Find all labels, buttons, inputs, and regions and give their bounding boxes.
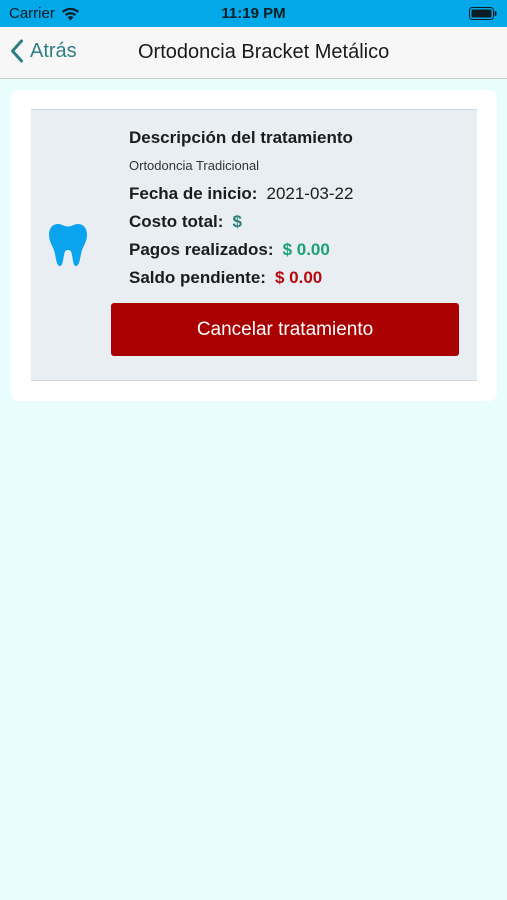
payments-row: Pagos realizados: $ 0.00: [129, 240, 330, 260]
status-time: 11:19 PM: [221, 5, 286, 22]
chevron-left-icon: [11, 39, 23, 63]
back-button[interactable]: Atrás: [10, 39, 77, 63]
total-cost-label: Costo total:: [129, 212, 224, 231]
balance-row: Saldo pendiente: $ 0.00: [129, 268, 322, 288]
battery-icon: [469, 7, 497, 20]
total-cost-value: $: [232, 212, 242, 231]
total-cost-row: Costo total: $: [129, 212, 242, 232]
back-label: Atrás: [30, 39, 77, 62]
cancel-treatment-button[interactable]: Cancelar tratamiento: [111, 303, 459, 356]
payments-value: $ 0.00: [282, 240, 330, 259]
treatment-details: Descripción del tratamiento Ortodoncia T…: [31, 109, 477, 381]
start-date-value: 2021-03-22: [266, 184, 354, 203]
balance-label: Saldo pendiente:: [129, 268, 266, 287]
start-date-label: Fecha de inicio:: [129, 184, 258, 203]
description-value: Ortodoncia Tradicional: [129, 158, 260, 173]
payments-label: Pagos realizados:: [129, 240, 274, 259]
balance-value: $ 0.00: [274, 268, 323, 287]
description-title: Descripción del tratamiento: [129, 128, 353, 147]
navigation-bar: Atrás Ortodoncia Bracket Metálico: [0, 27, 507, 79]
status-bar: Carrier 11:19 PM: [0, 0, 507, 27]
start-date-row: Fecha de inicio: 2021-03-22: [129, 184, 353, 204]
page-title: Ortodoncia Bracket Metálico: [138, 41, 390, 63]
treatment-card: Descripción del tratamiento Ortodoncia T…: [11, 90, 497, 401]
tooth-icon: [49, 224, 87, 266]
